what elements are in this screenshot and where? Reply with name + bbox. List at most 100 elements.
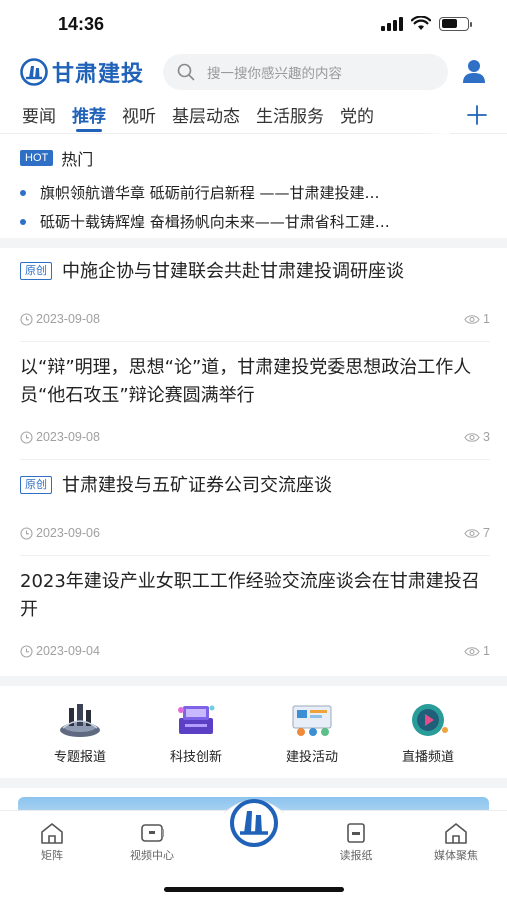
nav-item-media-focus[interactable]: 媒体聚焦 [416,821,496,863]
hot-header: HOT 热门 [20,146,93,170]
article-item[interactable]: 2023年建设产业女职工工作经验交流座谈会在甘肃建投召开 2023-09-04 … [20,568,490,672]
channel-tabs: 要闻 推荐 视听 基层动态 生活服务 党的 [0,96,507,134]
eye-icon [464,646,480,656]
search-icon [177,63,195,81]
hot-item-text: 旗帜领航谱华章 砥砺前行启新程 ——甘肃建投建… [40,184,380,202]
article-views-count: 1 [483,644,490,658]
quick-entry-label: 科技创新 [169,750,222,765]
section-divider [0,778,507,788]
quick-entries: 专题报道 科技创新 建投活动 直播频道 [0,690,507,776]
search-bar[interactable]: 搜一搜你感兴趣的内容 [163,54,448,90]
cellular-signal-icon [381,16,403,31]
tab-audio-video[interactable]: 视听 [114,96,164,134]
article-meta: 2023-09-08 1 [20,312,490,326]
home-indicator[interactable] [164,887,344,892]
topic-report-icon [60,704,100,737]
quick-entry-tech-innovation[interactable]: 科技创新 [146,700,246,765]
article-date: 2023-09-08 [20,430,100,444]
channel-tab-list[interactable]: 要闻 推荐 视听 基层动态 生活服务 党的 [14,96,450,134]
tab-life-service[interactable]: 生活服务 [248,96,332,134]
nav-item-video-center[interactable]: 视频中心 [112,821,192,863]
nav-label: 读报纸 [339,849,373,862]
article-date: 2023-09-06 [20,526,100,540]
nav-item-newspaper[interactable]: 读报纸 [316,821,396,863]
matrix-icon [41,823,63,844]
nav-label: 媒体聚焦 [434,849,478,862]
brand-home-icon [223,799,285,847]
article-views-count: 3 [483,430,490,444]
nav-label: 视频中心 [130,849,174,862]
article-views: 1 [464,644,490,658]
clock-icon [20,312,33,326]
tab-party[interactable]: 党的 [332,96,382,134]
tab-grassroots[interactable]: 基层动态 [164,96,248,134]
quick-entry-activity[interactable]: 建投活动 [262,700,362,765]
article-item[interactable]: 原创 中施企协与甘建联会共赴甘肃建投调研座谈 2023-09-08 1 [20,258,490,342]
quick-entry-label: 直播频道 [401,750,454,765]
bullet-dot-icon [20,189,26,196]
article-item[interactable]: 原创 甘肃建投与五矿证券公司交流座谈 2023-09-06 7 [20,472,490,556]
article-date: 2023-09-04 [20,644,100,658]
article-date-text: 2023-09-06 [36,526,100,540]
hot-section: HOT 热门 旗帜领航谱华章 砥砺前行启新程 ——甘肃建投建… 砥砺十载铸辉煌 … [0,138,507,234]
article-title: 2023年建设产业女职工工作经验交流座谈会在甘肃建投召开 [20,571,480,620]
newspaper-icon [347,823,365,843]
tab-recommend[interactable]: 推荐 [64,96,114,134]
status-icons [381,16,472,31]
add-channel-button[interactable] [465,100,489,128]
hot-item[interactable]: 砥砺十载铸辉煌 奋楫扬帆向未来——甘肃省科工建… [20,207,490,236]
article-date-text: 2023-09-04 [36,644,100,658]
nav-item-matrix[interactable]: 矩阵 [12,821,92,863]
bullet-dot-icon [20,218,26,225]
status-time: 14:36 [58,14,105,34]
quick-entry-label: 专题报道 [53,750,106,765]
article-date: 2023-09-08 [20,312,100,326]
article-title: 原创 中施企协与甘建联会共赴甘肃建投调研座谈 [20,258,490,286]
article-views-count: 1 [483,312,490,326]
live-channel-icon [412,704,448,736]
status-bar: 14:36 [0,0,507,50]
home-center-button[interactable] [223,791,285,851]
hot-item[interactable]: 旗帜领航谱华章 砥砺前行启新程 ——甘肃建投建… [20,178,490,207]
brand-name: 甘肃建投 [52,62,145,87]
tab-yaowen[interactable]: 要闻 [14,96,64,134]
brand-logo[interactable]: 甘肃建投 [20,56,144,88]
section-divider [0,676,507,686]
article-meta: 2023-09-06 7 [20,526,490,540]
article-title-text: 甘肃建投与五矿证券公司交流座谈 [62,475,332,496]
battery-icon [439,16,472,31]
article-title-text: 中施企协与甘建联会共赴甘肃建投调研座谈 [62,261,404,282]
article-views: 7 [464,526,490,540]
wifi-icon [411,16,431,30]
hot-list: 旗帜领航谱华章 砥砺前行启新程 ——甘肃建投建… 砥砺十载铸辉煌 奋楫扬帆向未来… [20,178,490,236]
app-header: 甘肃建投 搜一搜你感兴趣的内容 [0,50,507,92]
article-views-count: 7 [483,526,490,540]
clock-icon [20,644,33,658]
original-badge: 原创 [20,262,52,280]
article-views: 3 [464,430,490,444]
eye-icon [464,432,480,442]
article-item[interactable]: 以“辩”明理，思想“论”道，甘肃建投党委思想政治工作人员“他石攻玉”辩论赛圆满举… [20,354,490,460]
article-title: 以“辩”明理，思想“论”道，甘肃建投党委思想政治工作人员“他石攻玉”辩论赛圆满举… [20,357,472,406]
eye-icon [464,314,480,324]
user-profile-icon[interactable] [461,58,487,84]
original-badge: 原创 [20,476,52,494]
tech-innovation-icon [178,705,215,734]
article-date-text: 2023-09-08 [36,312,100,326]
search-placeholder: 搜一搜你感兴趣的内容 [207,66,342,82]
section-divider [0,238,507,248]
hot-title: 热门 [61,150,94,169]
clock-icon [20,526,33,540]
quick-entry-topic-report[interactable]: 专题报道 [30,700,130,765]
quick-entry-label: 建投活动 [285,750,338,765]
plus-icon [467,105,487,125]
quick-entry-live-channel[interactable]: 直播频道 [378,700,478,765]
clock-icon [20,430,33,444]
nav-label: 矩阵 [41,849,63,862]
article-views: 1 [464,312,490,326]
article-date-text: 2023-09-08 [36,430,100,444]
article-title: 原创 甘肃建投与五矿证券公司交流座谈 [20,472,490,500]
media-focus-icon [445,823,467,844]
hot-item-text: 砥砺十载铸辉煌 奋楫扬帆向未来——甘肃省科工建… [40,213,390,231]
activity-icon [292,705,332,736]
